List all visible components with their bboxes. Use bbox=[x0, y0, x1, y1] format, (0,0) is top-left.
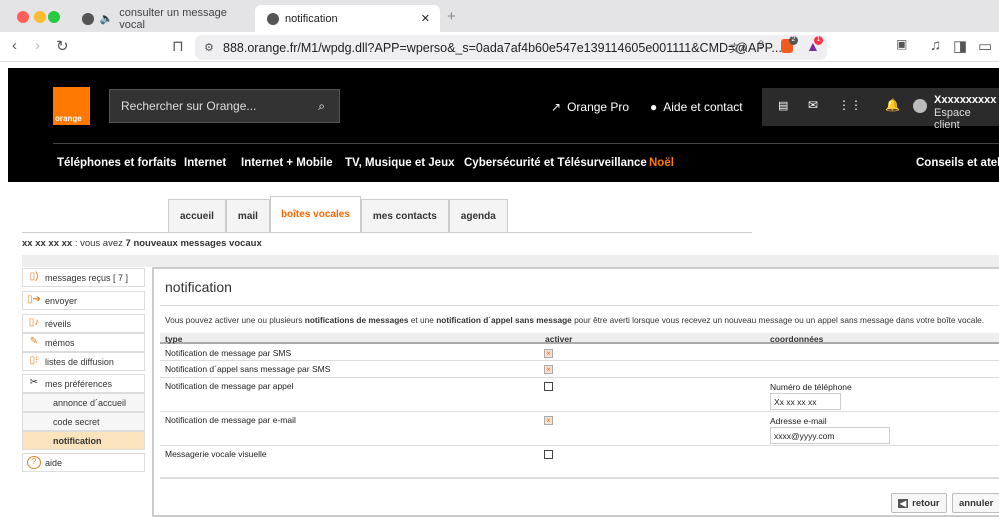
sidebar-item-memos[interactable]: ✎ mémos bbox=[22, 333, 145, 352]
sidebar-item-envoyer[interactable]: ▯➔ envoyer bbox=[22, 291, 145, 310]
sidebar-item-listes[interactable]: ▯⁝ listes de diffusion bbox=[22, 352, 145, 371]
sidebar-item-code-secret[interactable]: code secret bbox=[22, 412, 145, 431]
news-icon[interactable]: ▤ bbox=[778, 99, 788, 112]
new-tab-button[interactable]: + bbox=[447, 8, 456, 25]
annuler-button[interactable]: annuler bbox=[952, 493, 999, 513]
globe-icon bbox=[82, 12, 94, 25]
arrow-icon: ▯➔ bbox=[27, 294, 41, 305]
forward-button[interactable]: › bbox=[35, 37, 40, 54]
orange-logo[interactable]: orange bbox=[53, 87, 90, 125]
back-arrow-icon: ◀ bbox=[898, 498, 909, 508]
status-message: xx xx xx xx : vous avez 7 nouveaux messa… bbox=[22, 238, 262, 249]
back-button[interactable]: ‹ bbox=[12, 37, 17, 54]
bell-icon: ▯♪ bbox=[28, 317, 40, 328]
sidebar-item-reveils[interactable]: ▯♪ réveils bbox=[22, 314, 145, 333]
nav-internet[interactable]: Internet bbox=[184, 157, 226, 169]
visual-voicemail-checkbox[interactable] bbox=[544, 450, 553, 459]
col-activer: activer bbox=[545, 334, 573, 344]
minimize-window-button[interactable] bbox=[34, 11, 46, 23]
sidebar-item-preferences[interactable]: ✂ mes préférences bbox=[22, 374, 145, 393]
nav-tv[interactable]: TV, Musique et Jeux bbox=[345, 157, 455, 169]
share-icon[interactable]: ⇪ bbox=[756, 38, 766, 52]
col-type: type bbox=[165, 334, 183, 344]
sidebar: ▯) messages reçus [ 7 ] ▯➔ envoyer ▯♪ révei… bbox=[22, 268, 145, 472]
memo-icon: ✎ bbox=[29, 336, 39, 347]
maximize-window-button[interactable] bbox=[48, 11, 60, 23]
speaker-icon: ▯) bbox=[29, 271, 39, 282]
sms-notification-checkbox[interactable]: × bbox=[544, 349, 553, 358]
tab-boites-vocales[interactable]: boîtes vocales bbox=[269, 196, 361, 232]
missed-call-sms-checkbox[interactable]: × bbox=[544, 365, 553, 374]
tools-icon: ✂ bbox=[29, 377, 39, 388]
email-input[interactable]: xxxx@yyyy.com bbox=[770, 427, 890, 444]
tab-accueil[interactable]: accueil bbox=[168, 199, 226, 232]
gray-band bbox=[22, 255, 999, 267]
tab-mail[interactable]: mail bbox=[225, 199, 270, 232]
help-icon: ? bbox=[27, 456, 41, 469]
reader-icon[interactable]: ▣ bbox=[896, 37, 907, 51]
avatar[interactable] bbox=[913, 99, 927, 113]
nav-noel[interactable]: Noël bbox=[649, 157, 674, 169]
sidebar-item-annonce[interactable]: annonce d´accueil bbox=[22, 393, 145, 412]
col-coordonnees: coordonnées bbox=[770, 334, 824, 344]
service-tabs: accueil mail boîtes vocales mes contacts… bbox=[168, 196, 508, 232]
sidebar-item-messages-recus[interactable]: ▯) messages reçus [ 7 ] bbox=[22, 268, 145, 287]
speaker-icon: 🔈 bbox=[99, 13, 114, 25]
search-icon[interactable]: ⌕ bbox=[318, 99, 325, 114]
retour-button[interactable]: ◀ retour bbox=[891, 493, 947, 513]
orange-pro-link[interactable]: ↗ Orange Pro bbox=[551, 100, 629, 114]
table-header: type activer coordonnées bbox=[160, 333, 999, 344]
search-input[interactable]: Rechercher sur Orange... ⌕ bbox=[109, 89, 340, 123]
translate-icon[interactable]: 文A bbox=[729, 40, 747, 56]
notifications-bell-icon[interactable]: 🔔 bbox=[885, 98, 900, 112]
sidebar-toggle-icon[interactable]: ◨ bbox=[953, 37, 967, 55]
table-row: Messagerie vocale visuelle bbox=[160, 446, 999, 479]
sidebar-item-aide[interactable]: ? aide bbox=[22, 453, 145, 472]
call-notification-checkbox[interactable] bbox=[544, 382, 553, 391]
globe-icon bbox=[267, 12, 279, 25]
sidebar-item-notification[interactable]: notification bbox=[22, 431, 145, 450]
header-divider bbox=[53, 143, 999, 144]
browser-tab-voicemail[interactable]: 🔈 consulter un message vocal bbox=[70, 5, 250, 32]
tab-agenda[interactable]: agenda bbox=[448, 199, 508, 232]
list-icon: ▯⁝ bbox=[29, 355, 39, 366]
wallet-icon[interactable]: ▭ bbox=[978, 37, 992, 55]
nav-internet-mobile[interactable]: Internet + Mobile bbox=[241, 157, 333, 169]
help-icon: ● bbox=[650, 100, 658, 114]
table-row: Notification de message par e-mail × Adres… bbox=[160, 412, 999, 446]
tab-mes-contacts[interactable]: mes contacts bbox=[360, 199, 449, 232]
user-name[interactable]: Xxxxxxxxxx bbox=[934, 94, 996, 106]
nav-conseils[interactable]: Conseils et ateliers bbox=[916, 157, 999, 169]
apps-grid-icon[interactable]: ⋮⋮ bbox=[838, 98, 862, 112]
espace-client-label[interactable]: Espace client bbox=[934, 107, 999, 131]
mail-icon[interactable]: ✉ bbox=[808, 98, 818, 112]
tabs-baseline bbox=[22, 232, 752, 233]
bookmark-icon[interactable]: ⊓ bbox=[172, 37, 184, 55]
browser-tab-notification[interactable]: notification ✕ bbox=[255, 5, 440, 32]
table-row: Notification d´appel sans message par SM… bbox=[160, 361, 999, 378]
description: Vous pouvez activer une ou plusieurs not… bbox=[165, 315, 985, 325]
table-row: Notification de message par appel Numéro … bbox=[160, 378, 999, 412]
media-icon[interactable]: ♫ bbox=[930, 37, 941, 54]
brave-badge: 2 bbox=[789, 36, 798, 45]
help-contact-link[interactable]: ● Aide et contact bbox=[650, 100, 743, 114]
nav-telephones[interactable]: Téléphones et forfaits bbox=[57, 157, 177, 169]
nav-cybersecurite[interactable]: Cybersécurité et Télésurveillance bbox=[464, 157, 647, 169]
email-notification-checkbox[interactable]: × bbox=[544, 416, 553, 425]
site-settings-icon[interactable]: ⚙ bbox=[204, 41, 214, 54]
table-row: Notification de message par SMS × bbox=[160, 345, 999, 361]
title-divider bbox=[160, 305, 999, 306]
phone-number-input[interactable]: Xx xx xx xx bbox=[770, 393, 841, 410]
reload-button[interactable]: ↻ bbox=[56, 37, 69, 55]
close-window-button[interactable] bbox=[17, 11, 29, 23]
external-link-icon: ↗ bbox=[551, 100, 562, 114]
page-title: notification bbox=[165, 279, 232, 295]
close-tab-icon[interactable]: ✕ bbox=[421, 12, 430, 25]
rewards-badge: 1 bbox=[814, 36, 823, 45]
